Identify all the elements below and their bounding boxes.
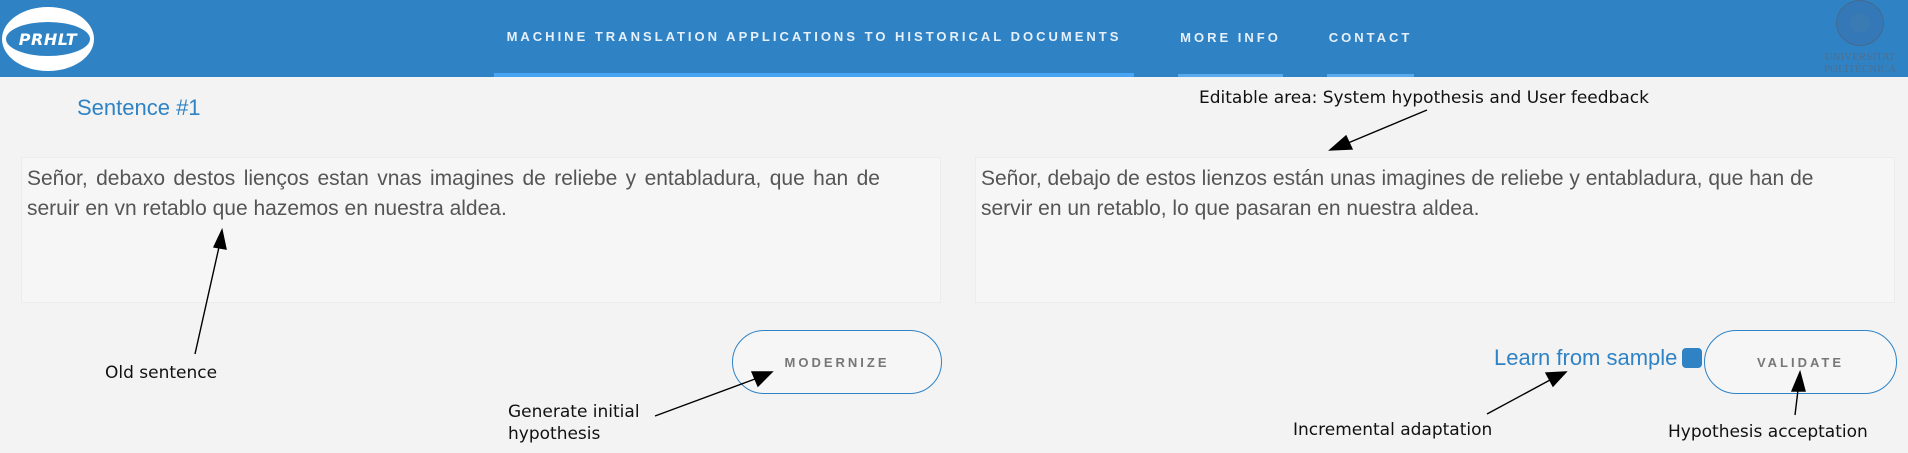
arrow-head-generate bbox=[750, 371, 774, 388]
arrow-incremental bbox=[1486, 379, 1551, 415]
arrow-head-acceptation bbox=[1790, 369, 1806, 392]
arrow-acceptation bbox=[1794, 389, 1799, 416]
arrow-old-sentence bbox=[194, 246, 220, 355]
arrow-editable-area bbox=[1347, 109, 1428, 144]
arrow-head-editable-area bbox=[1328, 134, 1354, 151]
annotation-arrows bbox=[194, 109, 1806, 417]
arrow-generate bbox=[654, 378, 756, 417]
arrow-head-incremental bbox=[1544, 371, 1568, 388]
arrow-head-old-sentence bbox=[212, 227, 227, 250]
